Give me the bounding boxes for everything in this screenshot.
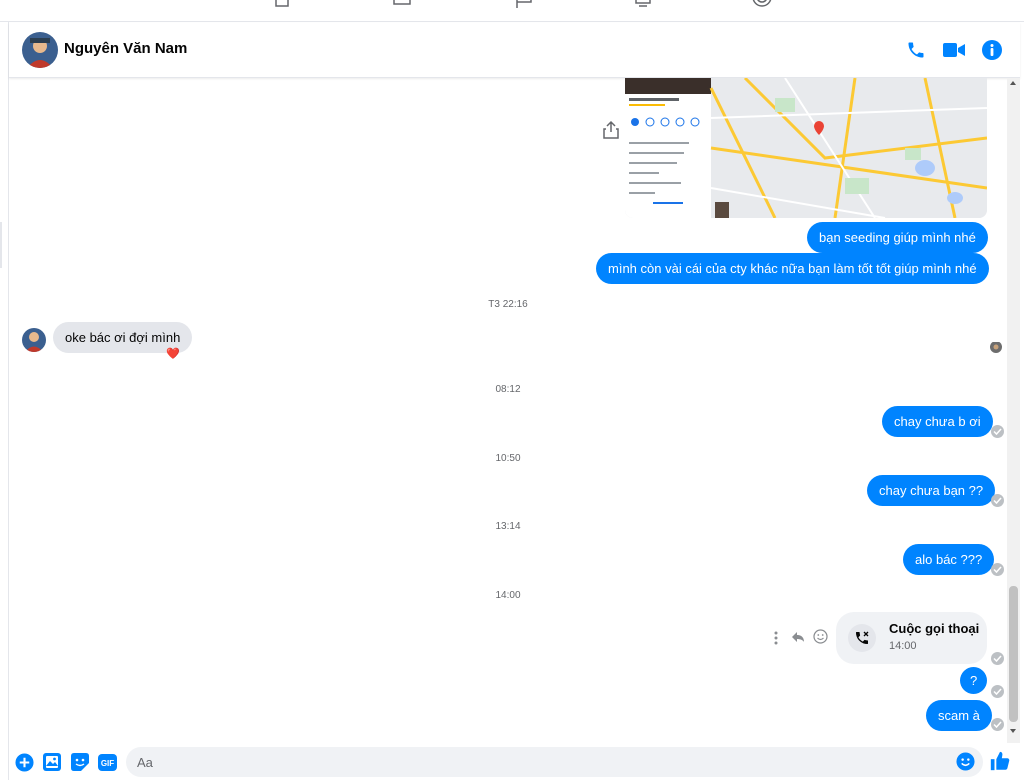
contact-name[interactable]: Nguyên Văn Nam xyxy=(64,40,187,57)
map-location-attachment[interactable] xyxy=(625,78,987,218)
chat-header: Nguyên Văn Nam xyxy=(9,23,1020,78)
message-list[interactable]: bạn seeding giúp mình nhé mình còn vài c… xyxy=(9,78,1007,743)
groups-icon[interactable] xyxy=(752,0,772,8)
gaming-icon[interactable] xyxy=(633,0,653,8)
home-icon[interactable] xyxy=(272,0,292,8)
message-composer: GIF xyxy=(9,743,1020,780)
map-preview-image xyxy=(625,78,987,218)
scroll-up-arrow[interactable] xyxy=(1010,81,1016,85)
watch-icon[interactable] xyxy=(392,0,412,8)
scroll-down-arrow[interactable] xyxy=(1010,729,1016,733)
message-input[interactable] xyxy=(126,747,983,777)
call-time: 14:00 xyxy=(889,640,917,652)
gif-icon: GIF xyxy=(97,753,117,771)
sticker-button[interactable] xyxy=(70,752,90,772)
more-actions-button[interactable] xyxy=(14,752,34,772)
message-bubble-outgoing[interactable]: chay chưa b ơi xyxy=(882,406,993,437)
delivered-check-icon xyxy=(991,425,1004,438)
phone-icon xyxy=(908,42,924,58)
message-timestamp: T3 22:16 xyxy=(488,299,528,310)
delivered-check-icon xyxy=(991,652,1004,665)
delivered-check-icon xyxy=(991,563,1004,576)
like-icon xyxy=(990,751,1010,771)
contact-avatar[interactable] xyxy=(22,32,58,68)
sender-avatar[interactable] xyxy=(22,328,46,352)
message-scrollbar[interactable] xyxy=(1007,78,1020,743)
top-navigation xyxy=(0,0,1024,22)
panel-divider xyxy=(0,222,2,268)
share-icon xyxy=(603,120,619,139)
reply-icon[interactable] xyxy=(791,631,805,643)
message-bubble-outgoing[interactable]: mình còn vài cái của cty khác nữa bạn là… xyxy=(596,253,989,284)
message-bubble-outgoing[interactable]: ? xyxy=(960,667,988,694)
emoji-button[interactable] xyxy=(956,752,976,772)
pages-icon[interactable] xyxy=(514,0,534,8)
send-like-button[interactable] xyxy=(989,750,1013,774)
message-bubble-outgoing[interactable]: scam à xyxy=(926,700,992,731)
conversation-info-button[interactable] xyxy=(980,38,1004,62)
missed-call-icon xyxy=(848,624,876,652)
message-bubble-outgoing[interactable]: bạn seeding giúp mình nhé xyxy=(807,222,988,253)
voice-call-button[interactable] xyxy=(904,38,928,62)
react-icon[interactable] xyxy=(813,629,828,644)
message-timestamp: 08:12 xyxy=(495,384,521,395)
call-title: Cuộc gọi thoại xyxy=(889,621,980,636)
left-panel-edge xyxy=(0,22,9,780)
delivered-check-icon xyxy=(991,494,1004,507)
plus-icon xyxy=(14,752,34,772)
message-timestamp: 10:50 xyxy=(495,453,521,464)
svg-text:GIF: GIF xyxy=(100,759,113,768)
delivered-check-icon xyxy=(991,718,1004,731)
scroll-thumb[interactable] xyxy=(1009,586,1018,722)
message-actions xyxy=(774,629,834,647)
missed-call-card[interactable]: Cuộc gọi thoại 14:00 xyxy=(836,612,987,664)
share-button[interactable] xyxy=(601,120,621,140)
message-bubble-outgoing[interactable]: alo bác ??? xyxy=(903,544,995,575)
info-icon xyxy=(982,40,1002,60)
heart-reaction[interactable]: ❤️ xyxy=(166,347,180,360)
gif-button[interactable]: GIF xyxy=(97,752,117,772)
attach-photo-button[interactable] xyxy=(42,752,62,772)
image-icon xyxy=(43,753,61,771)
video-call-button[interactable] xyxy=(942,38,966,62)
video-icon xyxy=(943,43,965,57)
delivered-check-icon xyxy=(991,685,1004,698)
read-receipt-avatar xyxy=(990,341,1002,353)
message-timestamp: 14:00 xyxy=(495,590,521,601)
message-bubble-outgoing[interactable]: chay chưa bạn ?? xyxy=(867,475,996,506)
emoji-icon xyxy=(956,752,975,771)
more-icon[interactable] xyxy=(774,631,778,645)
sticker-icon xyxy=(71,753,89,771)
message-timestamp: 13:14 xyxy=(495,521,521,532)
